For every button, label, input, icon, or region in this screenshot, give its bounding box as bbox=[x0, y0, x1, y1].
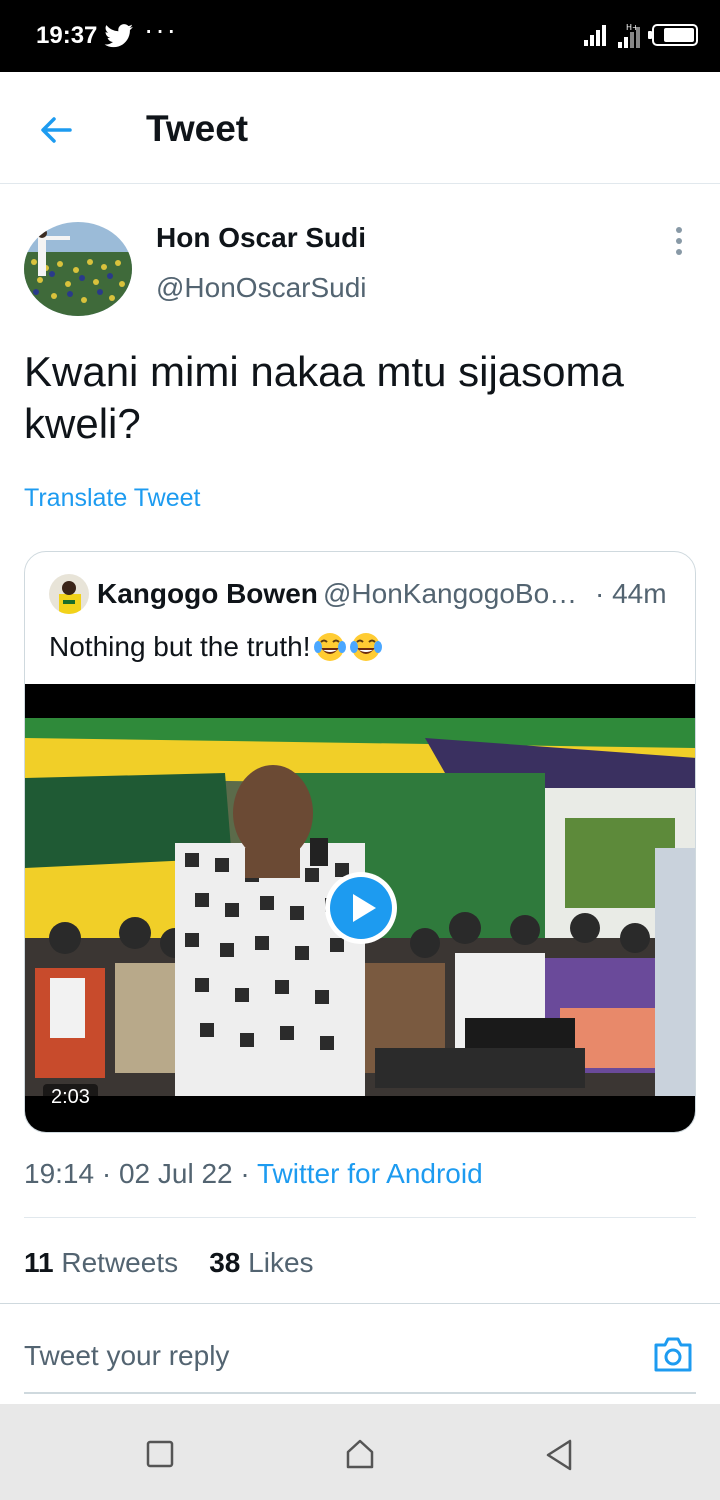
author-name[interactable]: Hon Oscar Sudi bbox=[156, 222, 366, 254]
divider bbox=[24, 1217, 696, 1218]
status-time: 19:37 bbox=[36, 22, 98, 49]
likes-label: Likes bbox=[248, 1247, 314, 1278]
tweet-text: Kwani mimi nakaa mtu sijasoma kweli? bbox=[24, 348, 624, 447]
recent-apps-icon[interactable] bbox=[146, 1440, 174, 1468]
signal-icon bbox=[584, 25, 606, 46]
likes-stat[interactable]: 38 Likes bbox=[209, 1247, 313, 1278]
back-icon[interactable] bbox=[544, 1438, 574, 1472]
status-right-icons: H+ bbox=[584, 20, 698, 50]
retweets-count: 11 bbox=[24, 1247, 54, 1278]
page-title: Tweet bbox=[146, 108, 249, 149]
tweet-source-link[interactable]: Twitter for Android bbox=[257, 1158, 483, 1189]
tweet-meta: 19:14 · 02 Jul 22 · Twitter for Android bbox=[24, 1158, 483, 1190]
tweet-time: 19:14 bbox=[24, 1158, 95, 1189]
more-notifications-icon: ··· bbox=[144, 14, 178, 45]
video-player[interactable]: 2:03 bbox=[25, 684, 695, 1132]
likes-count: 38 bbox=[209, 1247, 241, 1278]
tweet-date: 02 Jul 22 bbox=[118, 1158, 233, 1189]
video-duration: 2:03 bbox=[43, 1084, 98, 1111]
reply-input[interactable]: Tweet your reply bbox=[24, 1340, 229, 1372]
quoted-tweet-text-line: Nothing but the truth! bbox=[49, 630, 383, 664]
retweets-stat[interactable]: 11 Retweets bbox=[24, 1247, 178, 1278]
quoted-tweet-text: Nothing but the truth! bbox=[49, 631, 311, 662]
author-handle[interactable]: @HonOscarSudi bbox=[156, 272, 367, 304]
system-nav-bar bbox=[0, 1404, 720, 1500]
meta-separator: · bbox=[240, 1158, 250, 1189]
camera-icon[interactable] bbox=[652, 1334, 694, 1374]
signal-icon-2: H+ bbox=[618, 23, 640, 48]
tweet-stats: 11 Retweets 38 Likes bbox=[24, 1247, 314, 1279]
quoted-tweet-card[interactable]: Kangogo Bowen @HonKangogoBowen · 44m Not… bbox=[24, 551, 696, 1133]
face-with-tears-of-joy-icon bbox=[349, 633, 382, 661]
quoted-tweet-time: · 44m bbox=[595, 578, 667, 609]
more-options-icon[interactable] bbox=[668, 224, 690, 258]
home-icon[interactable] bbox=[344, 1438, 376, 1470]
retweets-label: Retweets bbox=[61, 1247, 179, 1278]
translate-tweet-link[interactable]: Translate Tweet bbox=[24, 484, 200, 513]
play-icon[interactable] bbox=[321, 868, 401, 948]
quoted-author-handle: @HonKangogoBowen bbox=[323, 578, 585, 609]
battery-icon bbox=[648, 24, 698, 46]
app-header: Tweet bbox=[0, 72, 720, 184]
quoted-author-name: Kangogo Bowen bbox=[97, 578, 318, 609]
arrow-left-icon[interactable] bbox=[34, 108, 78, 152]
reply-box[interactable]: Tweet your reply bbox=[24, 1304, 696, 1394]
quoted-author-avatar bbox=[49, 574, 89, 614]
author-avatar[interactable] bbox=[24, 222, 132, 316]
twitter-icon bbox=[104, 24, 133, 48]
emoji-group bbox=[313, 630, 383, 664]
meta-separator: · bbox=[101, 1158, 112, 1189]
status-bar: 19:37 ··· H+ bbox=[0, 0, 720, 72]
face-with-tears-of-joy-icon bbox=[313, 633, 346, 661]
